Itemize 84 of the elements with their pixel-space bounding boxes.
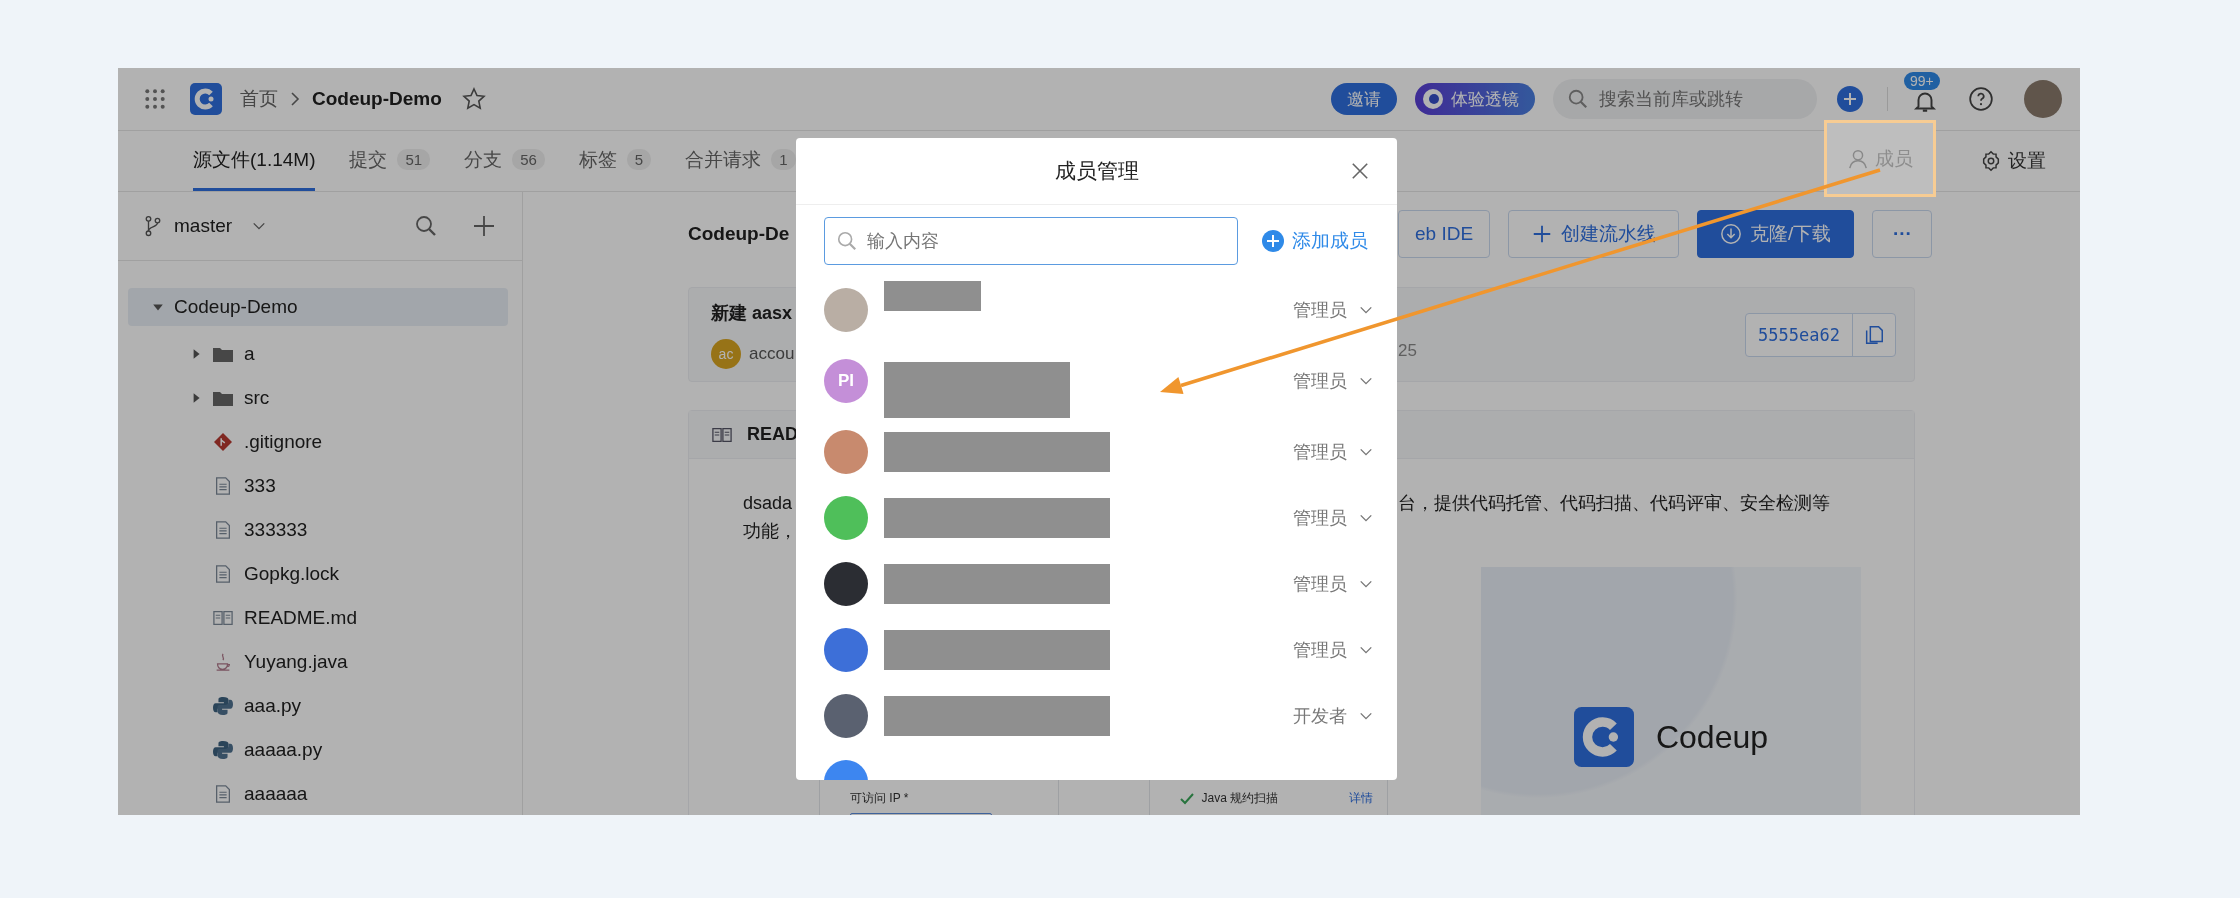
app-grid-icon[interactable] xyxy=(144,88,166,110)
role-dropdown[interactable]: 管理员 xyxy=(1293,572,1373,596)
branch-icon xyxy=(144,215,162,237)
lens-button[interactable]: 体验透镜 xyxy=(1415,83,1535,115)
avatar: PI xyxy=(824,359,868,403)
branch-selector[interactable]: master xyxy=(174,215,233,237)
field-label: 可访问 IP * xyxy=(850,790,910,807)
role-dropdown[interactable]: 管理员 xyxy=(1293,506,1373,530)
tree-item[interactable]: .gitignore xyxy=(128,420,508,464)
person-icon xyxy=(1847,147,1869,170)
tree-item[interactable]: Yuyang.java xyxy=(128,640,508,684)
scan-label: Java 规约扫描 xyxy=(1201,790,1279,807)
tab[interactable]: 分支 56 xyxy=(464,131,545,191)
tab[interactable]: 合并请求 1 xyxy=(685,131,796,191)
add-member-button[interactable]: 添加成员 xyxy=(1262,228,1368,254)
role-dropdown[interactable]: 管理员 xyxy=(1293,298,1373,322)
tree-item[interactable]: aaa.py xyxy=(128,684,508,728)
tree-item[interactable]: a xyxy=(128,332,508,376)
role-dropdown[interactable]: 开发者 xyxy=(1293,704,1373,728)
readme-text: 台，提供代码托管、代码扫描、代码评审、安全检测等 xyxy=(1398,492,1831,515)
chevron-down-icon xyxy=(1359,579,1373,589)
logo-text: Codeup xyxy=(1655,718,1769,756)
avatar-photo[interactable] xyxy=(2024,80,2062,118)
chevron-down-icon xyxy=(1359,447,1373,457)
notification-badge: 99+ xyxy=(1904,72,1940,90)
lens-icon xyxy=(1421,87,1445,111)
tree-item[interactable]: README.md xyxy=(128,596,508,640)
tree-item[interactable]: Gopkg.lock xyxy=(128,552,508,596)
search-icon xyxy=(836,230,858,252)
plus-icon xyxy=(1262,230,1284,252)
invite-button[interactable]: 邀请 xyxy=(1331,83,1397,115)
readme-text: dsada xyxy=(743,492,794,515)
chevron-down-icon xyxy=(1359,513,1373,523)
tree-item-selected[interactable]: Codeup-Demo xyxy=(128,288,508,326)
tree-item[interactable]: aaaaa.py xyxy=(128,728,508,772)
commit-message: 新建 aasx xyxy=(711,301,794,325)
settings-icon xyxy=(1980,150,2002,172)
commit-time: 25 xyxy=(1398,341,1417,361)
search-field[interactable]: 输入内容 xyxy=(824,217,1238,265)
search-field[interactable]: 搜索当前库或跳转 xyxy=(1553,79,1817,119)
details-link[interactable]: 详情 xyxy=(1349,790,1373,807)
dialog-title: 成员管理 xyxy=(1054,158,1139,184)
chevron-down-icon xyxy=(1359,376,1373,386)
tab[interactable]: 标签 5 xyxy=(578,131,652,191)
chevron-down-icon xyxy=(1359,645,1373,655)
chevron-right-icon xyxy=(290,91,300,107)
chevron-down-icon xyxy=(1359,711,1373,721)
tree-item[interactable]: aaaaaa xyxy=(128,772,508,815)
tab[interactable]: 提交 51 xyxy=(349,131,431,191)
tree-item[interactable]: src xyxy=(128,376,508,420)
check-icon xyxy=(1179,792,1194,805)
breadcrumb-link[interactable]: 首页 xyxy=(240,86,278,112)
star-icon[interactable] xyxy=(461,87,486,111)
settings-link[interactable]: 设置 xyxy=(1970,131,2056,191)
python-icon xyxy=(212,696,234,716)
role-dropdown[interactable]: 管理员 xyxy=(1293,440,1373,464)
web-ide-button[interactable]: eb IDE xyxy=(1398,210,1491,258)
plus-icon[interactable] xyxy=(1837,86,1863,112)
breadcrumb-link[interactable]: Codeup-Demo xyxy=(312,88,442,110)
role-dropdown[interactable]: 管理员 xyxy=(1293,369,1373,393)
logo-icon[interactable] xyxy=(190,83,222,115)
copy-icon[interactable] xyxy=(1863,323,1885,346)
chevron-down-icon[interactable] xyxy=(252,221,267,231)
more-button[interactable]: ··· xyxy=(1872,210,1933,258)
search-icon[interactable] xyxy=(414,214,438,238)
tree-item[interactable]: 333 xyxy=(128,464,508,508)
download-icon xyxy=(1720,223,1743,245)
repo-title: Codeup-De xyxy=(688,223,791,245)
logo-icon xyxy=(1573,707,1634,767)
author-name: accou xyxy=(749,343,795,364)
role-dropdown[interactable]: 管理员 xyxy=(1293,638,1373,662)
tree-item[interactable]: 333333 xyxy=(128,508,508,552)
close-icon[interactable] xyxy=(1351,162,1369,180)
author-avatar: ac xyxy=(711,338,741,369)
clone-download-button[interactable]: 克隆/下载 xyxy=(1697,210,1855,258)
help-icon[interactable] xyxy=(1968,86,1994,112)
search-icon xyxy=(1567,88,1589,110)
python-icon xyxy=(212,740,234,760)
readme-text: 功能， xyxy=(743,520,798,543)
plus-icon[interactable] xyxy=(472,214,496,238)
book-icon xyxy=(212,608,234,628)
commit-hash[interactable]: 5555ea62 xyxy=(1746,313,1853,356)
readme-title: READ xyxy=(747,424,798,445)
chevron-down-icon xyxy=(1359,305,1373,315)
